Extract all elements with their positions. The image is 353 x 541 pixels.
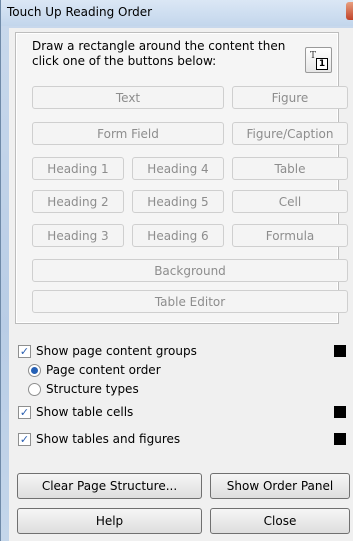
tables-and-figures-color-swatch[interactable] [334,433,346,445]
checkbox-checked-icon: ✓ [18,344,31,358]
touch-up-order-icon[interactable]: T 1 [305,47,332,73]
show-order-panel-button[interactable]: Show Order Panel [210,473,350,499]
page-content-order-label: Page content order [46,363,161,377]
structure-types-label: Structure types [46,382,139,396]
show-page-content-groups-checkbox[interactable]: ✓ Show page content groups [18,343,197,359]
checkbox-checked-icon: ✓ [18,405,31,419]
heading-1-button[interactable]: Heading 1 [32,157,124,180]
figure-caption-button[interactable]: Figure/Caption [232,122,348,145]
show-table-cells-checkbox[interactable]: ✓ Show table cells [18,404,133,420]
page-content-groups-color-swatch[interactable] [334,345,346,357]
order-number-icon: 1 [316,58,328,70]
background-button[interactable]: Background [32,259,348,282]
table-button[interactable]: Table [232,157,348,180]
window-title: Touch Up Reading Order [7,5,153,19]
instructions-text: Draw a rectangle around the content then… [32,39,286,68]
checkbox-checked-icon: ✓ [18,432,31,446]
heading-5-button[interactable]: Heading 5 [132,190,224,213]
radio-unselected-icon [28,382,41,396]
show-page-content-groups-label: Show page content groups [36,344,197,358]
cell-button[interactable]: Cell [232,190,348,213]
close-button[interactable]: Close [210,508,350,534]
heading-3-button[interactable]: Heading 3 [32,224,124,247]
radio-selected-icon [28,363,41,377]
heading-6-button[interactable]: Heading 6 [132,224,224,247]
help-button[interactable]: Help [17,508,202,534]
show-table-cells-label: Show table cells [36,405,134,419]
window-close-icon[interactable] [346,2,353,20]
text-button[interactable]: Text [32,86,224,109]
show-tables-and-figures-label: Show tables and figures [36,432,181,446]
title-bar[interactable]: Touch Up Reading Order [1,0,353,26]
structure-types-radio[interactable]: Structure types [28,381,139,397]
heading-4-button[interactable]: Heading 4 [132,157,224,180]
page-content-order-radio[interactable]: Page content order [28,362,161,378]
form-field-button[interactable]: Form Field [32,122,224,145]
heading-2-button[interactable]: Heading 2 [32,190,124,213]
table-cells-color-swatch[interactable] [334,406,346,418]
show-tables-and-figures-checkbox[interactable]: ✓ Show tables and figures [18,431,180,447]
figure-button[interactable]: Figure [232,86,348,109]
clear-page-structure-button[interactable]: Clear Page Structure... [17,473,202,499]
formula-button[interactable]: Formula [232,224,348,247]
table-editor-button[interactable]: Table Editor [32,290,348,313]
